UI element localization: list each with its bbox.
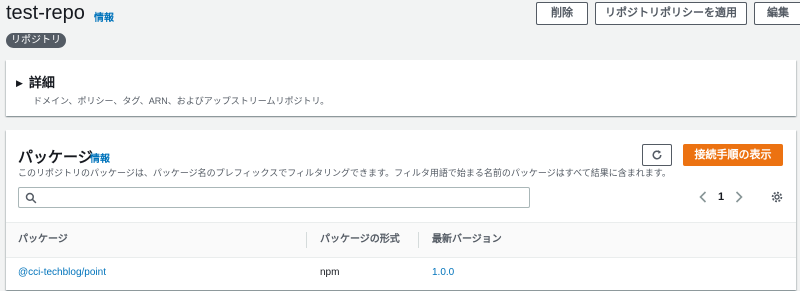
column-header-latest-version[interactable]: 最新バージョン: [432, 223, 502, 257]
packages-table: パッケージ パッケージの形式 最新バージョン @cci-techblog/poi…: [6, 222, 796, 288]
packages-description: このリポジトリのパッケージは、パッケージ名のプレフィックスでフィルタリングできま…: [18, 168, 671, 178]
caret-right-icon: ▶: [16, 78, 23, 88]
apply-policy-button[interactable]: リポジトリポリシーを適用: [595, 2, 747, 25]
page-title: test-repo: [6, 2, 85, 24]
packages-title: パッケージ: [18, 149, 93, 166]
details-description: ドメイン、ポリシー、タグ、ARN、およびアップストリームリポジトリ。: [33, 96, 330, 106]
chevron-right-icon: [736, 191, 743, 203]
details-panel: ▶ 詳細 ドメイン、ポリシー、タグ、ARN、およびアップストリームリポジトリ。: [6, 60, 796, 116]
refresh-button[interactable]: [642, 144, 672, 166]
column-divider: [418, 232, 419, 248]
package-search: [18, 187, 530, 208]
delete-button[interactable]: 削除: [536, 2, 588, 25]
current-page[interactable]: 1: [710, 191, 732, 203]
view-connection-instructions-button[interactable]: 接続手順の表示: [683, 144, 783, 166]
details-title: 詳細: [28, 75, 55, 90]
page-header: test-repo 情報 リポジトリ 削除 リポジトリポリシーを適用 編集: [6, 0, 800, 52]
packages-info-link[interactable]: 情報: [90, 150, 110, 165]
gear-icon: [771, 191, 783, 203]
edit-button[interactable]: 編集: [754, 2, 800, 25]
next-page-button[interactable]: [732, 188, 746, 206]
chevron-left-icon: [699, 191, 707, 203]
repository-badge: リポジトリ: [6, 33, 66, 48]
column-divider: [306, 232, 307, 248]
pagination: 1: [696, 188, 746, 206]
package-name-link[interactable]: @cci-techblog/point: [18, 258, 106, 288]
package-format: npm: [320, 267, 340, 278]
search-input[interactable]: [43, 189, 523, 206]
refresh-icon: [652, 150, 662, 160]
title-info-link[interactable]: 情報: [94, 9, 114, 24]
search-icon: [25, 192, 37, 204]
latest-version-link[interactable]: 1.0.0: [432, 258, 454, 288]
previous-page-button[interactable]: [696, 188, 710, 206]
table-row: @cci-techblog/point npm 1.0.0: [6, 258, 796, 288]
table-settings-button[interactable]: [768, 188, 786, 206]
table-header: パッケージ パッケージの形式 最新バージョン: [6, 222, 796, 258]
packages-panel: パッケージ 情報 このリポジトリのパッケージは、パッケージ名のプレフィックスでフ…: [6, 130, 796, 290]
details-expand-toggle[interactable]: ▶ 詳細: [16, 72, 55, 91]
column-header-package[interactable]: パッケージ: [18, 223, 68, 257]
column-header-format[interactable]: パッケージの形式: [320, 223, 400, 257]
